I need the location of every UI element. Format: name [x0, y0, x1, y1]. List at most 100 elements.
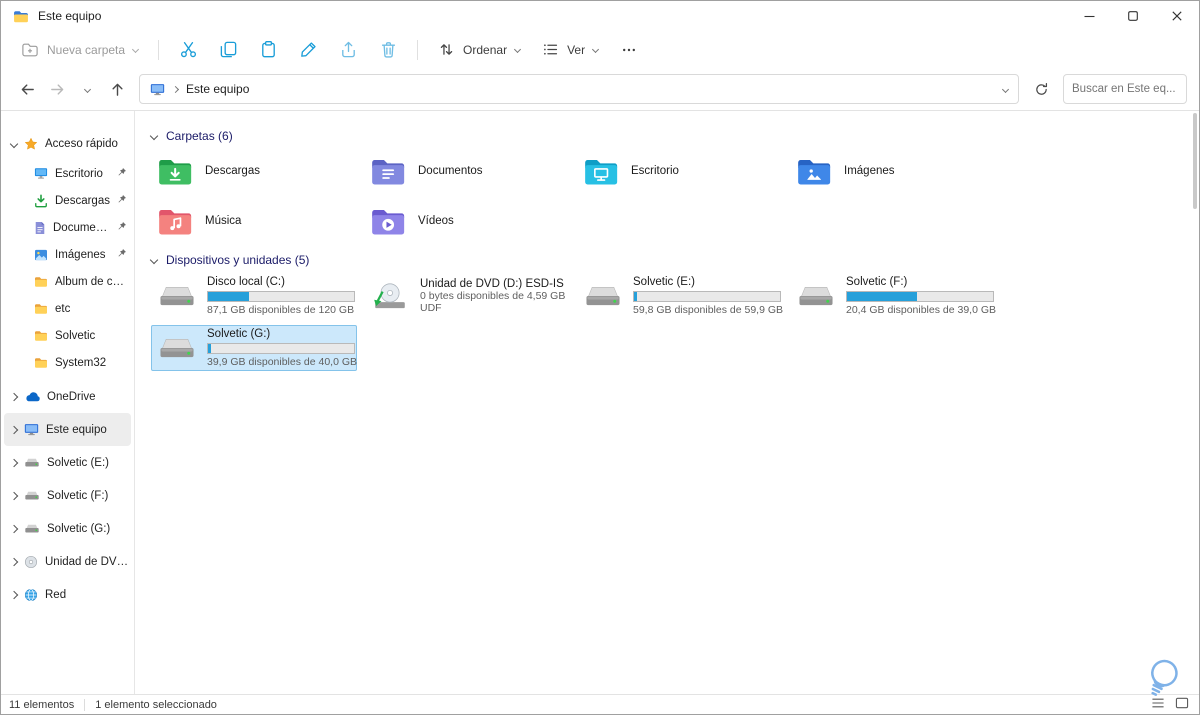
arrow-right-icon: [50, 83, 63, 95]
downloads-folder-icon: [159, 160, 192, 185]
delete-button[interactable]: [369, 35, 407, 65]
file-explorer-window: Este equipo Nueva carpeta Ordenar Ver Es…: [0, 0, 1200, 715]
chevron-down-icon[interactable]: [9, 139, 19, 148]
refresh-button[interactable]: [1027, 75, 1055, 103]
drive-tile-e[interactable]: Solvetic (E:) 59,8 GB disponibles de 59,…: [577, 273, 783, 319]
sidebar-item-este-equipo[interactable]: Este equipo: [4, 413, 131, 446]
scrollbar-thumb[interactable]: [1193, 113, 1197, 209]
cut-button[interactable]: [169, 35, 207, 65]
back-button[interactable]: [13, 75, 41, 103]
folder-tile-videos[interactable]: Vídeos: [364, 199, 570, 243]
chevron-right-icon[interactable]: [9, 392, 19, 401]
sidebar-item-album-de-camara[interactable]: Álbum de cámara: [1, 268, 134, 295]
pin-icon[interactable]: [117, 167, 130, 180]
statusbar-divider: [84, 698, 86, 711]
sidebar-item-quick-access[interactable]: Acceso rápido: [1, 127, 134, 160]
share-button[interactable]: [329, 35, 367, 65]
folders-section-header[interactable]: Carpetas (6): [149, 127, 1185, 145]
view-button[interactable]: Ver: [532, 35, 608, 65]
paste-button[interactable]: [249, 35, 287, 65]
drive-tile-f[interactable]: Solvetic (F:) 20,4 GB disponibles de 39,…: [790, 273, 996, 319]
sidebar-item-solvetic-e[interactable]: Solvetic (E:): [1, 446, 134, 479]
drives-section-header[interactable]: Dispositivos y unidades (5): [149, 251, 1185, 269]
sort-button[interactable]: Ordenar: [428, 35, 530, 65]
folders-section-title: Carpetas (6): [166, 129, 233, 143]
new-folder-button[interactable]: Nueva carpeta: [11, 35, 148, 65]
drive-icon: [24, 490, 40, 501]
delete-icon: [381, 42, 395, 58]
search-box[interactable]: [1063, 74, 1187, 104]
folder-tile-documentos[interactable]: Documentos: [364, 149, 570, 193]
folder-icon: [34, 330, 48, 342]
capacity-bar: [633, 291, 781, 302]
cut-icon: [180, 41, 196, 58]
lightbulb-annotation-icon: [1151, 659, 1178, 696]
copy-button[interactable]: [209, 35, 247, 65]
sidebar-item-descargas[interactable]: Descargas: [1, 187, 134, 214]
desktop-folder-icon: [585, 160, 618, 185]
folder-tile-escritorio[interactable]: Escritorio: [577, 149, 783, 193]
folder-tile-descargas[interactable]: Descargas: [151, 149, 357, 193]
hard-drive-icon: [160, 339, 194, 358]
close-button[interactable]: [1155, 1, 1199, 31]
sidebar-item-escritorio[interactable]: Escritorio: [1, 160, 134, 187]
chevron-down-icon: [592, 45, 600, 54]
sidebar-item-system32[interactable]: System32: [1, 349, 134, 376]
chevron-down-icon: [149, 131, 159, 141]
breadcrumb-item[interactable]: Este equipo: [186, 82, 249, 96]
onedrive-icon: [24, 391, 40, 402]
sidebar-item-unidad-dvd[interactable]: Unidad de DVD (D:): [1, 545, 134, 578]
recent-locations-button[interactable]: [73, 75, 101, 103]
drive-tile-c[interactable]: Disco local (C:) 87,1 GB disponibles de …: [151, 273, 357, 319]
chevron-right-icon[interactable]: [9, 425, 19, 434]
chevron-down-icon: [83, 85, 91, 93]
chevron-right-icon[interactable]: [9, 524, 19, 533]
chevron-right-icon[interactable]: [9, 491, 19, 500]
capacity-bar: [846, 291, 994, 302]
ellipsis-icon: [623, 48, 636, 51]
minimize-button[interactable]: [1067, 1, 1111, 31]
sidebar-item-solvetic-f[interactable]: Solvetic (F:): [1, 479, 134, 512]
pin-icon[interactable]: [117, 221, 130, 234]
sidebar-item-solvetic-folder[interactable]: Solvetic: [1, 322, 134, 349]
search-input[interactable]: [1072, 83, 1178, 95]
toolbar-divider: [417, 39, 419, 60]
forward-button[interactable]: [43, 75, 71, 103]
drives-grid: Disco local (C:) 87,1 GB disponibles de …: [151, 273, 1185, 371]
sidebar-item-solvetic-g[interactable]: Solvetic (G:): [1, 512, 134, 545]
address-bar[interactable]: Este equipo: [139, 74, 1019, 104]
chevron-right-icon[interactable]: [9, 557, 19, 566]
drive-tile-dvd[interactable]: Unidad de DVD (D:) ESD-ISO 0 bytes dispo…: [364, 273, 570, 319]
paste-icon: [261, 41, 275, 58]
pin-icon[interactable]: [117, 248, 130, 261]
address-dropdown-icon[interactable]: [1001, 85, 1010, 93]
hard-drive-icon: [160, 287, 194, 306]
folder-tile-imagenes[interactable]: Imágenes: [790, 149, 996, 193]
sidebar-item-red[interactable]: Red: [1, 578, 134, 611]
folder-tile-musica[interactable]: Música: [151, 199, 357, 243]
sort-icon: [440, 44, 453, 55]
up-button[interactable]: [103, 75, 131, 103]
capacity-bar: [207, 291, 355, 302]
folder-icon: [34, 303, 48, 315]
sidebar-item-etc[interactable]: etc: [1, 295, 134, 322]
rename-button[interactable]: [289, 35, 327, 65]
title-bar: Este equipo: [1, 1, 1199, 31]
chevron-down-icon: [149, 255, 159, 265]
chevron-right-icon[interactable]: [9, 590, 19, 599]
folders-grid: Descargas Documentos Escritorio Imágenes…: [151, 149, 1185, 243]
drive-tile-g-selected[interactable]: Solvetic (G:) 39,9 GB disponibles de 40,…: [151, 325, 357, 371]
sidebar-item-onedrive[interactable]: OneDrive: [1, 380, 134, 413]
chevron-down-icon: [132, 45, 140, 54]
sidebar-item-imagenes[interactable]: Imágenes: [1, 241, 134, 268]
music-folder-icon: [159, 210, 192, 235]
navigation-bar: Este equipo: [1, 68, 1199, 111]
chevron-right-icon[interactable]: [9, 458, 19, 467]
more-options-button[interactable]: [610, 35, 648, 65]
maximize-button[interactable]: [1111, 1, 1155, 31]
drive-icon: [24, 523, 40, 534]
sidebar-item-documentos[interactable]: Documentos: [1, 214, 134, 241]
explorer-body: Acceso rápido Escritorio Descargas Docum…: [1, 111, 1199, 694]
vertical-scrollbar[interactable]: [1192, 113, 1198, 692]
pin-icon[interactable]: [117, 194, 130, 207]
